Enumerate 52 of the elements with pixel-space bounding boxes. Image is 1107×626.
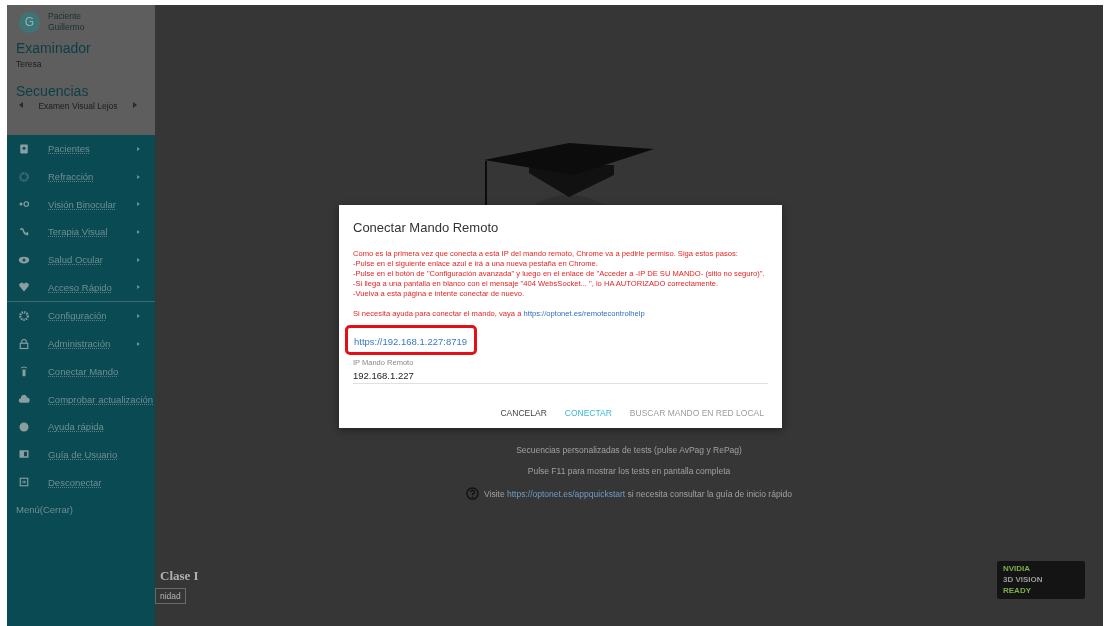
remote-link[interactable]: https://192.168.1.227:8719	[354, 336, 468, 347]
patient-label: Paciente	[48, 11, 83, 22]
caret-icon	[137, 257, 140, 262]
menu-icon	[18, 337, 30, 350]
menu-item[interactable]: Acceso Rápido	[7, 273, 155, 302]
caret-icon	[137, 174, 140, 179]
menu-icon	[18, 225, 30, 238]
menu-item[interactable]: Desconectar	[7, 468, 155, 496]
caret-icon	[137, 313, 140, 318]
menu-icon	[18, 365, 30, 378]
menu-item[interactable]: Configuración	[7, 302, 155, 330]
menu-icon	[18, 309, 30, 322]
next-icon[interactable]	[133, 102, 137, 108]
caret-icon	[137, 341, 140, 346]
sequences-title: Secuencias	[16, 83, 90, 99]
help-icon	[466, 487, 480, 500]
info-text: Pulse F11 para mostrar los tests en pantalla completa	[527, 466, 731, 476]
menu-item[interactable]: Conectar Mando	[7, 357, 155, 386]
menu-item[interactable]: Comprobar actualización	[7, 385, 155, 413]
menu-item[interactable]: Ayuda rápida	[7, 412, 155, 441]
avatar: G	[19, 11, 40, 33]
menu-item[interactable]: Guía de Usuario	[7, 440, 155, 469]
dialog-button[interactable]: CANCELAR	[494, 404, 553, 422]
menu-item[interactable]: Visión Binocular	[7, 190, 155, 219]
menu-item[interactable]: Refracción	[7, 162, 155, 191]
menu-icon	[18, 448, 30, 461]
menu-icon	[18, 393, 30, 406]
menu-item[interactable]: Salud Ocular	[7, 245, 155, 274]
caret-icon	[137, 285, 140, 290]
section-heading: Clase I	[160, 568, 199, 584]
examiner-name: Teresa	[16, 59, 43, 69]
caret-icon	[137, 229, 140, 234]
close-menu-item[interactable]: Menú(Cerrar)	[7, 495, 155, 524]
quickstart-text: Visite https://optonet.es/appquickstart si necesita consultar la guía de inicio rápido	[484, 488, 792, 499]
previous-icon[interactable]	[19, 102, 23, 108]
dialog-title: Conectar Mando Remoto	[353, 220, 500, 235]
caret-icon	[137, 202, 140, 207]
nvidia-badge: NVIDIA 3D VISION READY	[997, 561, 1085, 599]
menu-icon	[18, 420, 30, 433]
menu-item[interactable]: Administración	[7, 329, 155, 358]
menu-icon	[18, 170, 30, 183]
dialog-button[interactable]: CONECTAR	[558, 404, 618, 422]
info-text: Secuencias personalizadas de tests (pulse AvPag y RePag)	[516, 445, 742, 455]
examiner-title: Examinador	[16, 40, 92, 56]
caret-icon	[137, 146, 140, 151]
menu-icon	[18, 142, 30, 155]
menu-icon	[18, 281, 30, 294]
menu-icon	[18, 476, 30, 489]
menu-item[interactable]: Terapia Visual	[7, 218, 155, 246]
menu-item[interactable]: Pacientes	[7, 135, 155, 163]
quickstart-link[interactable]: https://optonet.es/appquickstart	[507, 488, 626, 499]
option-button[interactable]: nidad	[155, 588, 186, 604]
